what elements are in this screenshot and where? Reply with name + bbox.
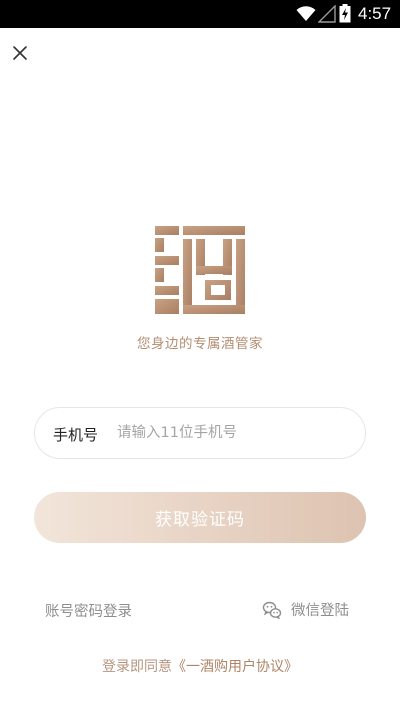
close-button[interactable] [9, 42, 31, 64]
agreement-prefix: 登录即同意 [102, 659, 172, 675]
wechat-icon [262, 601, 282, 619]
close-icon [13, 46, 27, 60]
wifi-icon [296, 6, 316, 21]
tagline: 您身边的专属酒管家 [137, 336, 263, 352]
wechat-login-link[interactable]: 微信登陆 [262, 599, 349, 620]
phone-input-group: 手机号 [34, 407, 366, 459]
wechat-login-label: 微信登陆 [291, 603, 349, 619]
account-password-login-link[interactable]: 账号密码登录 [45, 600, 132, 621]
phone-input[interactable] [117, 417, 353, 449]
phone-label: 手机号 [53, 426, 99, 444]
jiu-logo [155, 226, 245, 314]
status-time: 4:57 [358, 4, 392, 23]
status-bar: 4:57 [0, 0, 400, 28]
get-code-button[interactable]: 获取验证码 [34, 492, 366, 543]
battery-charging-icon [339, 4, 351, 23]
cellular-signal-icon [318, 5, 336, 23]
user-agreement-link[interactable]: 《一酒购用户协议》 [172, 659, 298, 675]
agreement-text: 登录即同意《一酒购用户协议》 [0, 656, 400, 676]
